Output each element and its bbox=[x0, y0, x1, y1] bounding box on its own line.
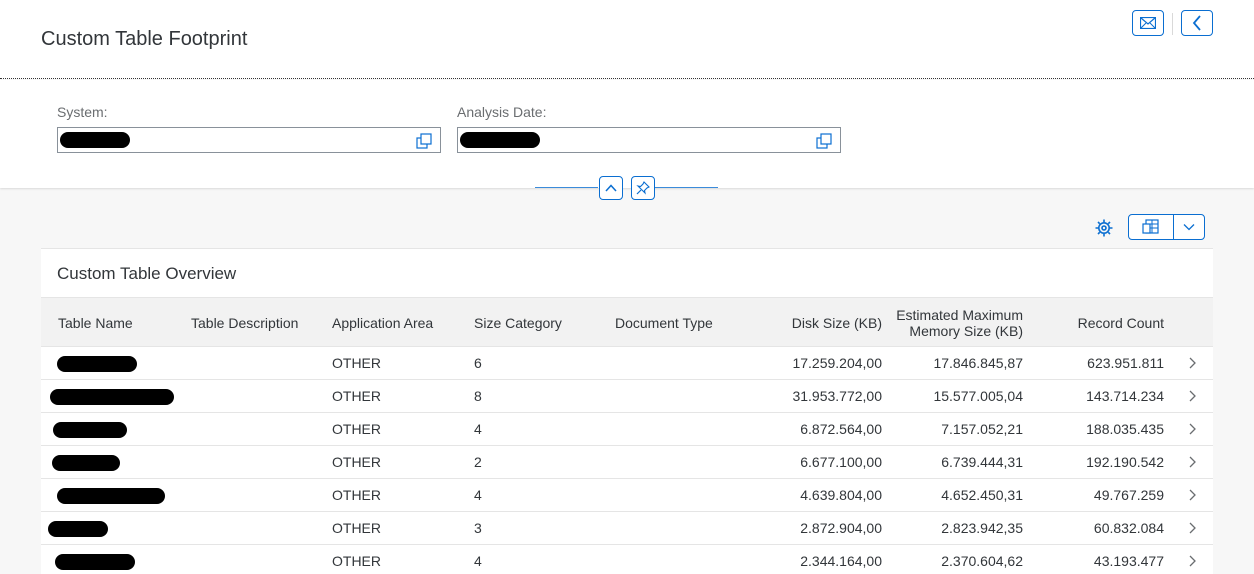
page-header: Custom Table Footprint bbox=[0, 0, 1254, 79]
navigation-chevron-icon[interactable] bbox=[1187, 456, 1197, 468]
application-area-cell: OTHER bbox=[332, 355, 381, 371]
table-row[interactable]: OTHER 4 4.639.804,00 4.652.450,31 49.767.259 bbox=[41, 479, 1213, 512]
size-category-cell: 4 bbox=[474, 553, 482, 569]
pin-header-button[interactable] bbox=[631, 176, 655, 200]
navigation-chevron-icon[interactable] bbox=[1187, 489, 1197, 501]
table-header: Table Name Table Description Application… bbox=[41, 297, 1213, 347]
table-row[interactable]: OTHER 4 6.872.564,00 7.157.052,21 188.035.43… bbox=[41, 413, 1213, 446]
collapse-divider bbox=[535, 187, 598, 188]
record-count-cell: 192.190.542 bbox=[1086, 454, 1164, 470]
size-category-cell: 3 bbox=[474, 520, 482, 536]
disk-size-cell: 17.259.204,00 bbox=[792, 355, 882, 371]
size-category-cell: 6 bbox=[474, 355, 482, 371]
size-category-cell: 4 bbox=[474, 421, 482, 437]
table-name-cell bbox=[57, 356, 137, 372]
estimated-memory-cell: 6.739.444,31 bbox=[941, 454, 1023, 470]
value-help-icon[interactable] bbox=[416, 133, 432, 149]
disk-size-cell: 6.872.564,00 bbox=[800, 421, 882, 437]
record-count-cell: 49.767.259 bbox=[1093, 487, 1164, 503]
column-header-application-area[interactable]: Application Area bbox=[332, 315, 433, 331]
system-input[interactable] bbox=[57, 127, 441, 153]
table-name-cell bbox=[55, 554, 135, 570]
estimated-memory-cell: 15.577.005,04 bbox=[933, 388, 1023, 404]
table-row[interactable]: OTHER 3 2.872.904,00 2.823.942,35 60.832.084 bbox=[41, 512, 1213, 545]
estimated-memory-cell: 2.823.942,35 bbox=[941, 520, 1023, 536]
value-help-icon[interactable] bbox=[816, 133, 832, 149]
email-icon bbox=[1140, 17, 1156, 29]
export-options-dropdown[interactable] bbox=[1174, 215, 1204, 239]
collapse-divider bbox=[655, 187, 718, 188]
application-area-cell: OTHER bbox=[332, 454, 381, 470]
navigation-chevron-icon[interactable] bbox=[1187, 423, 1197, 435]
size-category-cell: 4 bbox=[474, 487, 482, 503]
custom-table-overview: Custom Table Overview Table Name Table D… bbox=[41, 248, 1213, 574]
navigation-chevron-icon[interactable] bbox=[1187, 390, 1197, 402]
back-icon bbox=[1192, 15, 1201, 31]
disk-size-cell: 31.953.772,00 bbox=[792, 388, 882, 404]
table-name-cell bbox=[57, 488, 165, 504]
pin-icon bbox=[636, 181, 650, 195]
collapse-header-button[interactable] bbox=[599, 176, 623, 200]
application-area-cell: OTHER bbox=[332, 388, 381, 404]
column-header-table-name[interactable]: Table Name bbox=[58, 315, 133, 331]
application-area-cell: OTHER bbox=[332, 553, 381, 569]
system-label: System: bbox=[57, 104, 108, 120]
navigation-chevron-icon[interactable] bbox=[1187, 522, 1197, 534]
redacted-value bbox=[460, 132, 540, 148]
chevron-down-icon bbox=[1183, 224, 1195, 231]
gear-icon[interactable] bbox=[1094, 218, 1114, 238]
back-button[interactable] bbox=[1181, 10, 1213, 36]
column-header-disk-size[interactable]: Disk Size (KB) bbox=[741, 315, 882, 331]
chevron-up-icon bbox=[605, 184, 617, 192]
disk-size-cell: 2.872.904,00 bbox=[800, 520, 882, 536]
record-count-cell: 60.832.084 bbox=[1093, 520, 1164, 536]
table-name-cell bbox=[52, 455, 120, 471]
disk-size-cell: 2.344.164,00 bbox=[800, 553, 882, 569]
table-name-cell bbox=[48, 521, 108, 537]
record-count-cell: 623.951.811 bbox=[1087, 355, 1164, 371]
disk-size-cell: 6.677.100,00 bbox=[800, 454, 882, 470]
column-header-size-category[interactable]: Size Category bbox=[474, 315, 562, 331]
application-area-cell: OTHER bbox=[332, 421, 381, 437]
table-row[interactable]: OTHER 2 6.677.100,00 6.739.444,31 192.190.54… bbox=[41, 446, 1213, 479]
size-category-cell: 2 bbox=[474, 454, 482, 470]
redacted-value bbox=[60, 132, 130, 148]
application-area-cell: OTHER bbox=[332, 487, 381, 503]
column-header-estimated-max-memory[interactable]: Estimated Maximum Memory Size (KB) bbox=[883, 307, 1023, 339]
navigation-chevron-icon[interactable] bbox=[1187, 555, 1197, 567]
record-count-cell: 43.193.477 bbox=[1093, 553, 1164, 569]
column-header-document-type[interactable]: Document Type bbox=[615, 315, 713, 331]
record-count-cell: 188.035.435 bbox=[1086, 421, 1164, 437]
estimated-memory-cell: 7.157.052,21 bbox=[941, 421, 1023, 437]
size-category-cell: 8 bbox=[474, 388, 482, 404]
application-area-cell: OTHER bbox=[332, 520, 381, 536]
spreadsheet-export-icon bbox=[1142, 219, 1159, 234]
table-title: Custom Table Overview bbox=[57, 264, 237, 283]
table-name-cell bbox=[50, 389, 174, 405]
record-count-cell: 143.714.234 bbox=[1086, 388, 1164, 404]
table-row[interactable]: OTHER 4 2.344.164,00 2.370.604,62 43.193.477 bbox=[41, 545, 1213, 574]
export-button[interactable] bbox=[1128, 214, 1205, 240]
table-row[interactable]: OTHER 6 17.259.204,00 17.846.845,87 623.951.… bbox=[41, 347, 1213, 380]
estimated-memory-cell: 4.652.450,31 bbox=[941, 487, 1023, 503]
column-header-table-description[interactable]: Table Description bbox=[191, 315, 298, 331]
header-separator bbox=[1172, 13, 1173, 35]
filter-bar: System: Analysis Date: bbox=[0, 80, 1254, 188]
column-header-record-count[interactable]: Record Count bbox=[1031, 315, 1164, 331]
page-title: Custom Table Footprint bbox=[41, 28, 248, 50]
export-to-spreadsheet[interactable] bbox=[1129, 215, 1174, 239]
table-row[interactable]: OTHER 8 31.953.772,00 15.577.005,04 143.714.… bbox=[41, 380, 1213, 413]
navigation-chevron-icon[interactable] bbox=[1187, 357, 1197, 369]
analysis-date-input[interactable] bbox=[457, 127, 841, 153]
estimated-memory-cell: 2.370.604,62 bbox=[941, 553, 1023, 569]
email-button[interactable] bbox=[1132, 10, 1164, 36]
analysis-date-label: Analysis Date: bbox=[457, 104, 547, 120]
estimated-memory-cell: 17.846.845,87 bbox=[933, 355, 1023, 371]
disk-size-cell: 4.639.804,00 bbox=[800, 487, 882, 503]
table-name-cell bbox=[53, 422, 127, 438]
